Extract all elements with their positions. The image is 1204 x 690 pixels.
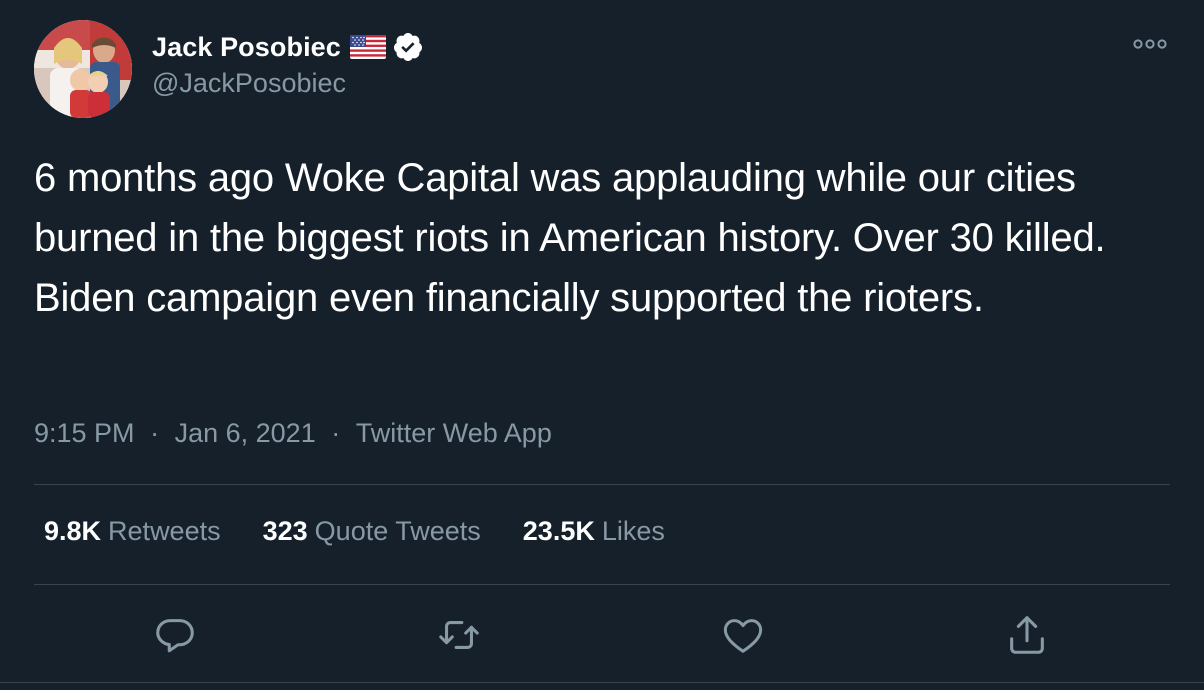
likes-label: Likes (601, 516, 665, 546)
tweet-card: Jack Posobiec @JackPosobiec 6 months ago… (0, 0, 1204, 690)
share-icon[interactable] (1004, 612, 1050, 658)
tweet-stats: 9.8K Retweets 323 Quote Tweets 23.5K Likes (44, 516, 707, 547)
verified-badge-icon (392, 31, 424, 63)
bottom-divider (0, 682, 1204, 683)
quote-tweets-stat[interactable]: 323 Quote Tweets (263, 516, 481, 547)
author-handle[interactable]: @JackPosobiec (152, 68, 346, 99)
reply-icon[interactable] (152, 612, 198, 658)
like-icon[interactable] (720, 612, 766, 658)
tweet-date[interactable]: Jan 6, 2021 (175, 418, 316, 449)
display-name[interactable]: Jack Posobiec (152, 32, 341, 63)
likes-count: 23.5K (522, 516, 595, 546)
likes-stat[interactable]: 23.5K Likes (523, 516, 665, 547)
avatar-photo (34, 20, 132, 118)
retweets-count: 9.8K (44, 516, 102, 546)
divider (34, 484, 1170, 485)
tweet-meta: 9:15 PM · Jan 6, 2021 · Twitter Web App (34, 418, 552, 449)
meta-separator: · (150, 418, 160, 448)
tweet-actions (0, 612, 1204, 660)
tweet-source[interactable]: Twitter Web App (356, 418, 552, 449)
retweet-icon[interactable] (436, 612, 482, 658)
retweets-stat[interactable]: 9.8K Retweets (44, 516, 221, 547)
avatar[interactable] (34, 20, 132, 118)
meta-separator: · (331, 418, 341, 448)
divider (34, 584, 1170, 585)
us-flag-icon (349, 35, 386, 59)
retweets-label: Retweets (108, 516, 221, 546)
quote-tweets-label: Quote Tweets (314, 516, 481, 546)
more-options-icon[interactable] (1132, 34, 1168, 54)
quote-tweets-count: 323 (262, 516, 308, 546)
tweet-time[interactable]: 9:15 PM (34, 418, 135, 449)
tweet-text: 6 months ago Woke Capital was applauding… (34, 156, 1106, 320)
author-name-row: Jack Posobiec (152, 29, 424, 65)
